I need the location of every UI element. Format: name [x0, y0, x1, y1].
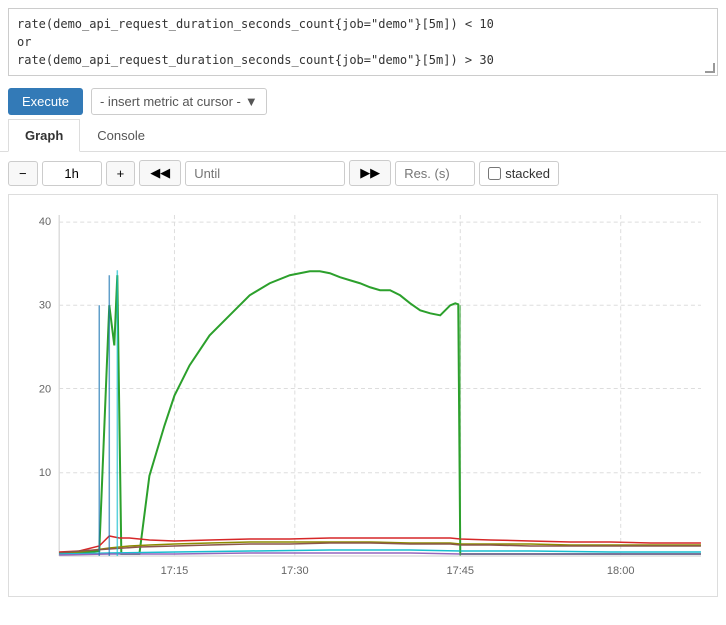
stacked-checkbox-label[interactable]: stacked: [479, 161, 559, 186]
query-line3: rate(demo_api_request_duration_seconds_c…: [17, 51, 709, 69]
stacked-checkbox[interactable]: [488, 167, 501, 180]
time-next-button[interactable]: ▶▶: [349, 160, 391, 186]
svg-text:17:30: 17:30: [281, 565, 309, 577]
svg-text:17:45: 17:45: [446, 565, 474, 577]
graph-svg: 10 20 30 40 17:15 17:30 17:45 18:00: [9, 195, 717, 596]
resize-handle[interactable]: [705, 63, 715, 73]
tab-console[interactable]: Console: [80, 119, 162, 152]
svg-text:17:15: 17:15: [161, 565, 189, 577]
tabs-bar: Graph Console: [0, 119, 726, 152]
insert-metric-label: - insert metric at cursor -: [100, 94, 241, 109]
range-decrease-button[interactable]: −: [8, 161, 38, 186]
stacked-label: stacked: [505, 166, 550, 181]
insert-metric-select[interactable]: - insert metric at cursor - ▼: [91, 88, 267, 115]
query-line1: rate(demo_api_request_duration_seconds_c…: [17, 15, 709, 33]
res-input[interactable]: [395, 161, 475, 186]
svg-text:10: 10: [39, 467, 51, 479]
svg-text:18:00: 18:00: [607, 565, 635, 577]
toolbar: Execute - insert metric at cursor - ▼: [0, 84, 726, 119]
range-increase-button[interactable]: +: [106, 161, 136, 186]
svg-text:20: 20: [39, 384, 51, 396]
svg-text:40: 40: [39, 216, 51, 228]
graph-container: 10 20 30 40 17:15 17:30 17:45 18:00: [8, 194, 718, 597]
time-prev-button[interactable]: ◀◀: [139, 160, 181, 186]
tab-graph[interactable]: Graph: [8, 119, 80, 152]
graph-controls: − + ◀◀ ▶▶ stacked: [0, 152, 726, 194]
range-input[interactable]: [42, 161, 102, 186]
chevron-down-icon: ▼: [245, 94, 258, 109]
svg-text:30: 30: [39, 299, 51, 311]
until-input[interactable]: [185, 161, 345, 186]
query-area[interactable]: rate(demo_api_request_duration_seconds_c…: [8, 8, 718, 76]
execute-button[interactable]: Execute: [8, 88, 83, 115]
query-line2: or: [17, 33, 709, 51]
